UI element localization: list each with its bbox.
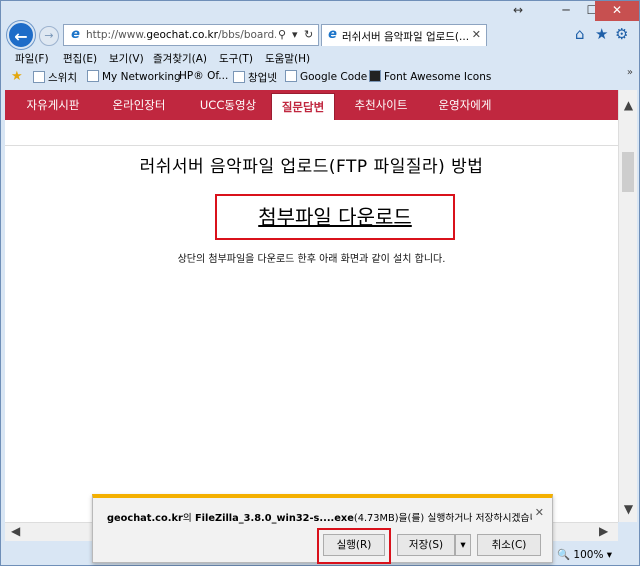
menu-tools[interactable]: 도구(T) xyxy=(219,51,253,66)
sub-nav-area xyxy=(5,120,618,146)
page-icon xyxy=(87,70,99,82)
page-icon xyxy=(285,70,297,82)
favorite-item[interactable]: My Networking xyxy=(87,70,181,83)
address-bar[interactable]: e http://www.geochat.co.kr/bbs/board.php… xyxy=(63,24,319,46)
favorites-icon[interactable]: ★ xyxy=(595,25,608,43)
tab-title: 러쉬서버 음악파일 업로드(... xyxy=(342,31,470,43)
gear-icon[interactable]: ⚙ xyxy=(615,25,628,43)
scroll-thumb[interactable] xyxy=(622,152,634,192)
menu-file[interactable]: 파일(F) xyxy=(15,51,49,66)
site-nav-recommended[interactable]: 추천사이트 xyxy=(343,90,419,120)
post-title: 러쉬서버 음악파일 업로드(FTP 파일질라) 방법 xyxy=(139,157,484,177)
ie-page-icon: e xyxy=(71,27,80,42)
favorite-item[interactable]: Google Code xyxy=(285,70,367,83)
save-button[interactable]: 저장(S) xyxy=(397,534,455,556)
minimize-button[interactable]: ─ xyxy=(553,1,579,21)
vertical-scrollbar[interactable]: ▲ ▼ xyxy=(618,90,637,522)
refresh-icon[interactable]: ↻ xyxy=(304,28,313,41)
scroll-left-icon[interactable]: ◀ xyxy=(11,524,20,538)
search-icon[interactable]: ⚲ xyxy=(278,28,286,41)
chevron-down-icon[interactable]: ▾ xyxy=(292,28,298,41)
scroll-down-icon[interactable]: ▼ xyxy=(619,502,638,516)
close-icon[interactable]: ✕ xyxy=(535,506,544,519)
browser-window: ↔ ─ ☐ ✕ ← → e http://www.geochat.co.kr/b… xyxy=(0,0,640,566)
attachment-download-link[interactable]: 첨부파일 다운로드 xyxy=(215,194,455,240)
zoom-control[interactable]: 🔍 100% ▾ xyxy=(557,548,612,561)
favorites-star-icon[interactable]: ★ xyxy=(11,69,23,84)
menu-bar: 파일(F) 편집(E) 보기(V) 즐겨찾기(A) 도구(T) 도움말(H) xyxy=(1,49,640,67)
ie-tab-icon: e xyxy=(328,27,337,42)
menu-favorites[interactable]: 즐겨찾기(A) xyxy=(153,51,207,66)
download-message: geochat.co.kr의 FileZilla_3.8.0_win32-s..… xyxy=(107,513,532,524)
menu-help[interactable]: 도움말(H) xyxy=(265,51,310,66)
scroll-right-icon[interactable]: ▶ xyxy=(599,524,608,538)
save-options-button[interactable]: ▾ xyxy=(455,534,471,556)
site-nav-ucc[interactable]: UCC동영상 xyxy=(189,90,267,120)
site-nav: 자유게시판 온라인장터 UCC동영상 질문답변 추천사이트 운영자에게 xyxy=(5,90,618,120)
menu-view[interactable]: 보기(V) xyxy=(109,51,144,66)
favorite-item[interactable]: 스위치 xyxy=(33,70,77,85)
favorite-item[interactable]: Font Awesome Icons xyxy=(369,70,491,83)
page-icon xyxy=(233,71,245,83)
close-window-button[interactable]: ✕ xyxy=(595,1,639,21)
page-icon xyxy=(33,71,45,83)
favorites-more-icon[interactable]: » xyxy=(627,67,633,78)
site-nav-admin[interactable]: 운영자에게 xyxy=(427,90,503,120)
favorites-bar: ★ 스위치 My Networking HP® Of... 창업넷 Google… xyxy=(1,67,640,87)
run-button[interactable]: 실행(R) xyxy=(323,534,385,556)
forward-arrow-icon: → xyxy=(44,29,54,42)
favorite-item[interactable]: 창업넷 xyxy=(233,70,277,85)
favorite-item[interactable]: HP® Of... xyxy=(179,70,228,82)
page-icon xyxy=(369,70,381,82)
menu-edit[interactable]: 편집(E) xyxy=(63,51,97,66)
download-notification: geochat.co.kr의 FileZilla_3.8.0_win32-s..… xyxy=(92,494,553,564)
back-arrow-icon: ← xyxy=(14,27,28,46)
scroll-up-icon[interactable]: ▲ xyxy=(619,98,638,112)
home-icon[interactable]: ⌂ xyxy=(575,25,585,43)
site-nav-market[interactable]: 온라인장터 xyxy=(103,90,175,120)
cancel-button[interactable]: 취소(C) xyxy=(477,534,541,556)
post-description: 상단의 첨부파일을 다운로드 한후 아래 화면과 같이 설치 합니다. xyxy=(177,254,446,265)
tab-close-icon[interactable]: ✕ xyxy=(472,28,481,41)
site-nav-qna[interactable]: 질문답변 xyxy=(271,93,335,120)
back-button[interactable]: ← xyxy=(7,21,35,49)
browser-tab[interactable]: e 러쉬서버 음악파일 업로드(... ✕ xyxy=(321,24,487,46)
site-nav-free-board[interactable]: 자유게시판 xyxy=(17,90,89,120)
forward-button[interactable]: → xyxy=(39,26,59,46)
address-url[interactable]: http://www.geochat.co.kr/bbs/board.php xyxy=(86,29,276,43)
resize-icon: ↔ xyxy=(512,3,524,17)
navigation-bar: ← → e http://www.geochat.co.kr/bbs/board… xyxy=(1,21,640,49)
page-viewport: 자유게시판 온라인장터 UCC동영상 질문답변 추천사이트 운영자에게 러쉬서버… xyxy=(5,90,618,522)
title-bar: ↔ ─ ☐ ✕ xyxy=(1,1,640,21)
